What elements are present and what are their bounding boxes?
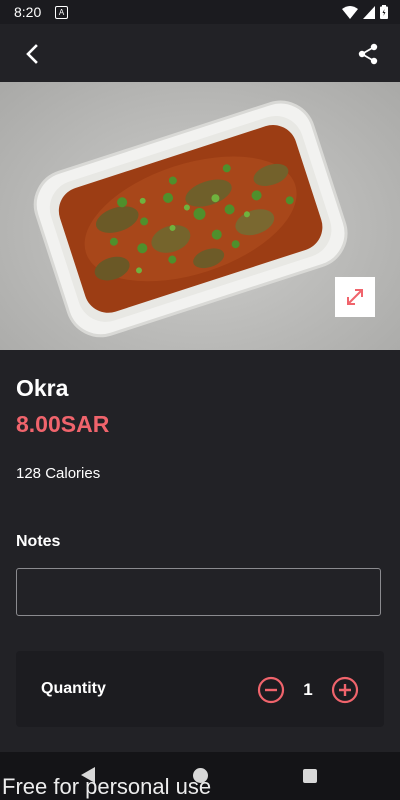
watermark: Free for personal use bbox=[2, 774, 212, 799]
app-bar bbox=[0, 24, 400, 82]
chevron-left-icon bbox=[26, 44, 38, 64]
product-price: 8.00SAR bbox=[16, 411, 110, 437]
nav-recent-apps-icon[interactable] bbox=[303, 769, 317, 783]
signal-icon bbox=[363, 5, 375, 19]
product-calories: 128 Calories bbox=[16, 465, 101, 482]
quantity-label: Quantity bbox=[41, 680, 106, 697]
expand-image-button[interactable] bbox=[335, 277, 375, 317]
notification-icon: A bbox=[55, 6, 68, 19]
back-button[interactable] bbox=[18, 40, 46, 68]
status-bar: 8:20 A bbox=[0, 0, 400, 24]
quantity-value: 1 bbox=[303, 680, 313, 699]
expand-arrows-icon bbox=[347, 289, 363, 305]
status-icons bbox=[342, 5, 388, 19]
quantity-card: Quantity 1 bbox=[16, 651, 384, 727]
share-button[interactable] bbox=[354, 40, 382, 68]
status-time: 8:20 bbox=[14, 4, 42, 20]
notes-label: Notes bbox=[16, 533, 61, 550]
notes-input[interactable] bbox=[16, 568, 381, 616]
share-icon bbox=[358, 43, 378, 65]
product-name: Okra bbox=[16, 375, 69, 401]
increase-quantity-button[interactable] bbox=[331, 676, 359, 704]
product-image[interactable] bbox=[0, 82, 400, 350]
battery-icon bbox=[380, 5, 388, 19]
wifi-icon bbox=[342, 5, 358, 19]
decrease-quantity-button[interactable] bbox=[257, 676, 285, 704]
